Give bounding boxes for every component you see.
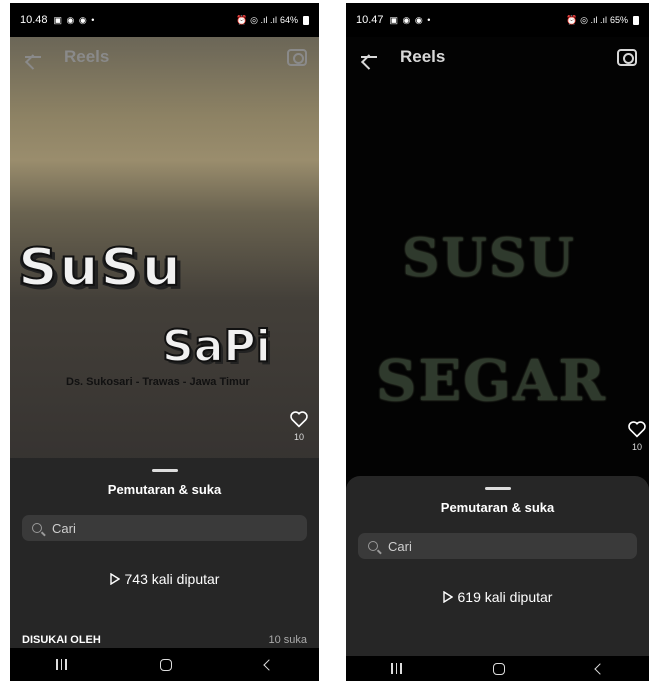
liked-by-row: DISUKAI OLEH 10 suka [22,634,307,648]
search-input[interactable]: Cari [52,521,76,536]
video-text-line1: SUSU [402,228,576,289]
like-count: 10 [293,432,304,442]
back-arrow-icon[interactable] [358,47,382,67]
status-time: 10.48 [20,14,48,26]
top-bar: Reels [346,37,649,77]
status-right: ⏰ ◎ .ıl .ıl 64% [236,15,309,26]
search-field[interactable]: Cari [22,515,307,541]
video-location-text: Ds. Sukosari - Trawas - Jawa Timur [66,376,250,388]
play-icon [442,591,453,603]
video-text-line2: SEGAR [376,348,607,414]
heart-icon[interactable] [627,420,647,438]
system-nav-bar [346,656,649,681]
page-title: Reels [64,47,110,66]
plays-count: 619 kali diputar [346,589,649,605]
page-title: Reels [400,47,446,66]
heart-icon[interactable] [289,410,309,428]
back-nav-icon[interactable] [262,658,275,671]
back-arrow-icon[interactable] [22,47,46,67]
like-button[interactable]: 10 [289,410,309,442]
status-time: 10.47 [356,14,384,26]
signal-icon: ⏰ ◎ .ıl .ıl [236,14,277,25]
signal-icon: ⏰ ◎ .ıl .ıl [566,14,607,25]
home-icon[interactable] [159,658,172,671]
right-phone-screen: SUSU SEGAR 10.47 ▣ ◉ ◉ • ⏰ ◎ .ıl .ıl 65%… [346,3,649,681]
status-bar: 10.47 ▣ ◉ ◉ • ⏰ ◎ .ıl .ıl 65% [346,3,649,37]
plays-likes-sheet: Pemutaran & suka Cari 743 kali diputar D… [10,458,319,648]
notification-icons: ▣ ◉ ◉ • [53,14,96,25]
video-logo-line1: SuSu [17,237,183,299]
search-field[interactable]: Cari [358,533,637,559]
sheet-drag-handle[interactable] [484,487,511,490]
sheet-title: Pemutaran & suka [440,500,555,515]
search-input[interactable]: Cari [388,539,412,554]
like-count: 10 [631,442,642,452]
top-bar: Reels [10,37,319,77]
search-icon [368,541,378,551]
like-button[interactable]: 10 [627,420,647,452]
recent-apps-icon[interactable] [56,659,67,670]
status-bar: 10.48 ▣ ◉ ◉ • ⏰ ◎ .ıl .ıl 64% [10,3,319,37]
home-icon[interactable] [492,662,505,675]
recent-apps-icon[interactable] [391,663,402,674]
camera-icon[interactable] [617,48,637,66]
play-icon [109,573,120,585]
liked-by-label: DISUKAI OLEH [22,634,101,646]
sheet-drag-handle[interactable] [151,469,178,472]
plays-likes-sheet: Pemutaran & suka Cari 619 kali diputar [346,476,649,656]
back-nav-icon[interactable] [593,662,606,675]
camera-icon[interactable] [287,48,307,66]
video-logo-line2: SaPi [161,320,272,373]
plays-text: 619 kali diputar [457,589,553,605]
liked-count: 10 suka [268,634,307,646]
left-phone-screen: SuSu SaPi Ds. Sukosari - Trawas - Jawa T… [10,3,319,681]
battery-icon [303,15,309,25]
battery-text: 64% [279,15,298,25]
plays-count: 743 kali diputar [10,571,319,587]
system-nav-bar [10,648,319,681]
search-icon [32,523,42,533]
status-right: ⏰ ◎ .ıl .ıl 65% [566,15,639,26]
sheet-title: Pemutaran & suka [107,482,222,497]
battery-text: 65% [609,15,628,25]
notification-icons: ▣ ◉ ◉ • [389,14,432,25]
plays-text: 743 kali diputar [124,571,220,587]
battery-icon [633,15,639,25]
